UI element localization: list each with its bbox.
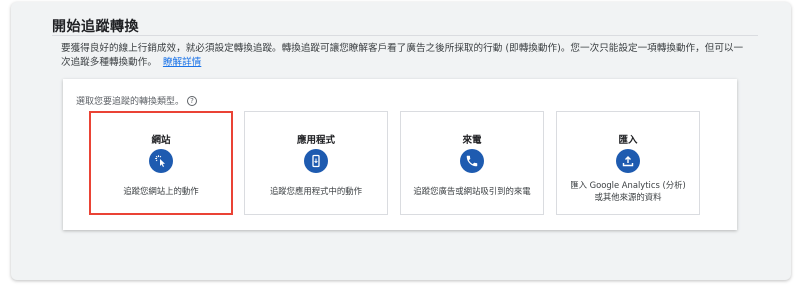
help-icon[interactable]: ? xyxy=(187,95,198,106)
card-phone-calls[interactable]: 來電 追蹤您廣告或網站吸引到的來電 xyxy=(400,111,544,215)
prompt-label: 選取您要追蹤的轉換類型。 xyxy=(76,97,185,107)
card-description: 追蹤您網站上的動作 xyxy=(123,186,199,196)
card-website[interactable]: 網站 追蹤您網站上的動作 xyxy=(89,111,233,215)
card-description: 匯入 Google Analytics (分析) 或其他來源的資料 xyxy=(570,180,686,202)
card-app[interactable]: 應用程式 追蹤您應用程式中的動作 xyxy=(244,111,388,215)
card-import[interactable]: 匯入 匯入 Google Analytics (分析) 或其他來源的資料 xyxy=(556,111,700,215)
card-title: 網站 xyxy=(151,135,171,146)
cursor-click-icon xyxy=(149,149,173,173)
learn-more-link[interactable]: 瞭解詳情 xyxy=(163,57,201,68)
card-description: 追蹤您廣告或網站吸引到的來電 xyxy=(413,186,531,196)
page-title: 開始追蹤轉換 xyxy=(52,19,139,35)
conversion-type-prompt: 選取您要追蹤的轉換類型。 ? xyxy=(76,94,198,107)
card-title: 匯入 xyxy=(618,135,638,146)
title-divider xyxy=(52,35,758,36)
card-title: 來電 xyxy=(462,135,482,146)
card-title: 應用程式 xyxy=(296,135,335,146)
upload-icon xyxy=(616,149,640,173)
card-description: 追蹤您應用程式中的動作 xyxy=(269,186,363,196)
phone-app-icon xyxy=(304,149,328,173)
phone-call-icon xyxy=(460,149,484,173)
page-description: 要獲得良好的線上行銷成效，就必須設定轉換追蹤。轉換追蹤可讓您瞭解客戶看了廣告之後… xyxy=(61,42,751,70)
